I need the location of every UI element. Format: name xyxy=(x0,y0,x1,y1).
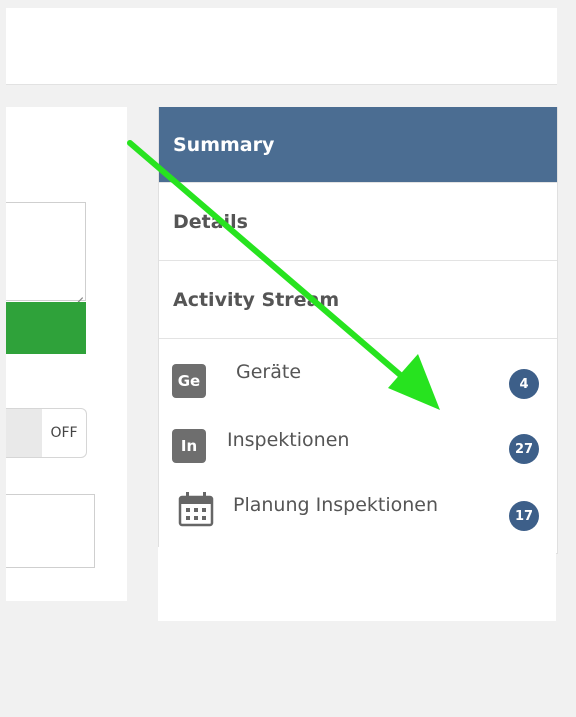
geraete-icon: Ge xyxy=(172,364,206,398)
tab-summary[interactable]: Summary xyxy=(159,107,557,183)
toggle-off-label: OFF xyxy=(50,425,78,441)
toggle-on-half xyxy=(6,409,42,457)
toggle-switch[interactable]: OFF xyxy=(6,408,87,458)
resize-handle-icon[interactable] xyxy=(73,288,83,298)
lower-side-panel xyxy=(158,547,556,621)
count-badge: 27 xyxy=(509,434,539,464)
nav-item-inspektionen[interactable]: In Inspektionen 27 xyxy=(159,415,557,481)
submit-button[interactable] xyxy=(6,302,86,354)
header-panel xyxy=(6,8,557,85)
tab-activity-stream[interactable]: Activity Stream xyxy=(159,261,557,339)
nav-item-planung-inspektionen[interactable]: Planung Inspektionen 17 xyxy=(159,481,557,547)
textarea-field[interactable] xyxy=(6,202,86,301)
calendar-icon xyxy=(178,492,214,527)
inspektionen-icon: In xyxy=(172,429,206,463)
nav-item-label: Planung Inspektionen xyxy=(233,494,439,516)
text-input[interactable] xyxy=(6,494,95,568)
related-links-list: Ge Geräte 4 In Inspektionen 27 Planung I… xyxy=(159,339,557,553)
tab-details[interactable]: Details xyxy=(159,183,557,261)
nav-item-label: Inspektionen xyxy=(227,429,350,451)
count-badge: 17 xyxy=(509,501,539,531)
nav-item-label: Geräte xyxy=(236,361,302,383)
nav-item-geraete[interactable]: Ge Geräte 4 xyxy=(159,349,557,415)
side-menu: Summary Details Activity Stream Ge Gerät… xyxy=(158,107,558,554)
count-badge: 4 xyxy=(509,369,539,399)
